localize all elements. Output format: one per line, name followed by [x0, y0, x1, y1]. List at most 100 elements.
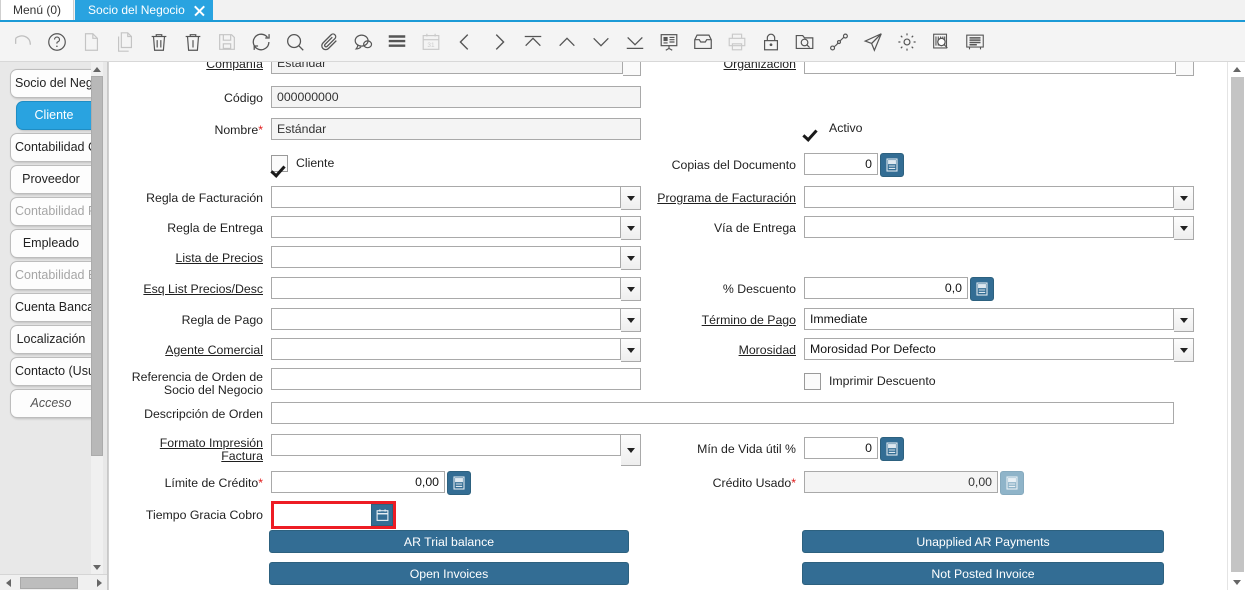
archive-icon[interactable]: [688, 27, 718, 57]
regla-facturacion-field[interactable]: [271, 186, 641, 210]
organizacion-field[interactable]: [804, 62, 1194, 76]
organizacion-input[interactable]: [804, 62, 1176, 74]
scroll-down-icon[interactable]: [91, 560, 103, 574]
copias-documento-input[interactable]: [804, 153, 878, 175]
chevron-down-icon[interactable]: [621, 186, 641, 210]
form-vertical-scrollbar[interactable]: [1227, 62, 1245, 590]
calendar-icon[interactable]: 31: [416, 27, 446, 57]
cliente-checkbox-field[interactable]: Cliente: [271, 152, 641, 176]
previous-record-icon[interactable]: [450, 27, 480, 57]
termino-pago-field[interactable]: [804, 308, 1194, 332]
open-invoices-button[interactable]: Open Invoices: [269, 562, 629, 585]
sidebar-item-contacto-usuario[interactable]: Contacto (Usuario): [10, 357, 93, 386]
chevron-down-icon[interactable]: [1174, 308, 1194, 332]
rail-vertical-scrollbar[interactable]: [91, 62, 103, 574]
esq-list-precios-input[interactable]: [271, 277, 621, 299]
limite-credito-input[interactable]: [271, 471, 445, 493]
close-icon[interactable]: [193, 4, 206, 17]
morosidad-input[interactable]: [804, 338, 1174, 360]
sidebar-item-empleado[interactable]: Empleado: [10, 229, 93, 258]
descuento-calculator-button[interactable]: [970, 277, 994, 301]
unapplied-ar-payments-button[interactable]: Unapplied AR Payments: [802, 530, 1164, 553]
preferences-gear-icon[interactable]: [892, 27, 922, 57]
referencia-orden-field[interactable]: [271, 368, 641, 400]
tiempo-gracia-cobro-input[interactable]: [274, 504, 371, 524]
lista-precios-input[interactable]: [271, 246, 621, 268]
sidebar-item-localizacion[interactable]: Localización: [10, 325, 93, 354]
attachment-icon[interactable]: [314, 27, 344, 57]
menu-lines-icon[interactable]: [382, 27, 412, 57]
compania-input[interactable]: [271, 62, 623, 74]
chevron-down-icon[interactable]: [1174, 338, 1194, 362]
help-icon[interactable]: [42, 27, 72, 57]
organizacion-lookup-button[interactable]: [1176, 62, 1194, 76]
next-record-icon[interactable]: [484, 27, 514, 57]
print-icon[interactable]: [722, 27, 752, 57]
chevron-down-icon[interactable]: [621, 338, 641, 362]
rail-horizontal-scrollbar[interactable]: [0, 574, 107, 590]
imprimir-descuento-field[interactable]: Imprimir Descuento: [804, 370, 1194, 394]
scroll-down-icon[interactable]: [1228, 575, 1245, 590]
sidebar-item-acceso[interactable]: Acceso: [10, 389, 93, 418]
sidebar-item-cuenta-bancaria[interactable]: Cuenta Bancaria: [10, 293, 93, 322]
scrollbar-thumb[interactable]: [20, 577, 78, 589]
formato-impresion-input[interactable]: [271, 434, 621, 456]
copy-record-icon[interactable]: [110, 27, 140, 57]
via-entrega-input[interactable]: [804, 216, 1174, 238]
regla-facturacion-input[interactable]: [271, 186, 621, 208]
send-icon[interactable]: [858, 27, 888, 57]
down-record-icon[interactable]: [586, 27, 616, 57]
regla-entrega-input[interactable]: [271, 216, 621, 238]
agente-comercial-input[interactable]: [271, 338, 621, 360]
delete-icon[interactable]: [144, 27, 174, 57]
sidebar-item-cliente[interactable]: Cliente: [16, 101, 93, 130]
limite-credito-calculator-button[interactable]: [447, 471, 471, 495]
chevron-down-icon[interactable]: [1174, 186, 1194, 210]
descripcion-orden-field[interactable]: [271, 402, 1174, 426]
last-record-icon[interactable]: [620, 27, 650, 57]
sidebar-item-contabilidad-cliente[interactable]: Contabilidad Cliente: [10, 133, 93, 162]
descuento-input[interactable]: [804, 277, 968, 299]
delete-selection-icon[interactable]: [178, 27, 208, 57]
scroll-up-icon[interactable]: [1228, 62, 1245, 77]
compania-lookup-button[interactable]: [623, 62, 641, 76]
chevron-down-icon[interactable]: [621, 308, 641, 332]
report-icon[interactable]: [654, 27, 684, 57]
tab-menu[interactable]: Menú (0): [0, 0, 74, 20]
descuento-field[interactable]: [804, 277, 994, 301]
nombre-input[interactable]: [271, 118, 641, 140]
first-record-icon[interactable]: [518, 27, 548, 57]
nombre-field[interactable]: [271, 118, 641, 142]
imprimir-descuento-checkbox[interactable]: [804, 373, 821, 390]
formato-impresion-field[interactable]: [271, 434, 641, 466]
codigo-input[interactable]: [271, 86, 641, 108]
min-vida-util-field[interactable]: [804, 437, 904, 461]
tiempo-gracia-cobro-calendar-button[interactable]: [371, 504, 393, 526]
min-vida-util-input[interactable]: [804, 437, 878, 459]
credito-usado-field[interactable]: [804, 471, 1024, 495]
morosidad-field[interactable]: [804, 338, 1194, 362]
min-vida-util-calculator-button[interactable]: [880, 437, 904, 461]
lista-precios-field[interactable]: [271, 246, 641, 270]
chat-icon[interactable]: [348, 27, 378, 57]
agente-comercial-field[interactable]: [271, 338, 641, 362]
scroll-up-icon[interactable]: [91, 62, 103, 76]
refresh-icon[interactable]: [246, 27, 276, 57]
programa-facturacion-field[interactable]: [804, 186, 1194, 210]
zoom-across-icon[interactable]: [790, 27, 820, 57]
cliente-checkbox[interactable]: [271, 155, 288, 172]
via-entrega-field[interactable]: [804, 216, 1194, 240]
regla-entrega-field[interactable]: [271, 216, 641, 240]
compania-field[interactable]: [271, 62, 641, 76]
copias-documento-field[interactable]: [804, 153, 904, 177]
sidebar-item-proveedor[interactable]: Proveedor: [10, 165, 93, 194]
find-icon[interactable]: [280, 27, 310, 57]
scrollbar-thumb[interactable]: [1231, 77, 1244, 572]
new-record-icon[interactable]: [76, 27, 106, 57]
workflow-icon[interactable]: [824, 27, 854, 57]
tab-socio-del-negocio[interactable]: Socio del Negocio: [75, 0, 213, 20]
undo-icon[interactable]: [8, 27, 38, 57]
chevron-down-icon[interactable]: [621, 277, 641, 301]
chevron-down-icon[interactable]: [621, 246, 641, 270]
regla-pago-input[interactable]: [271, 308, 621, 330]
